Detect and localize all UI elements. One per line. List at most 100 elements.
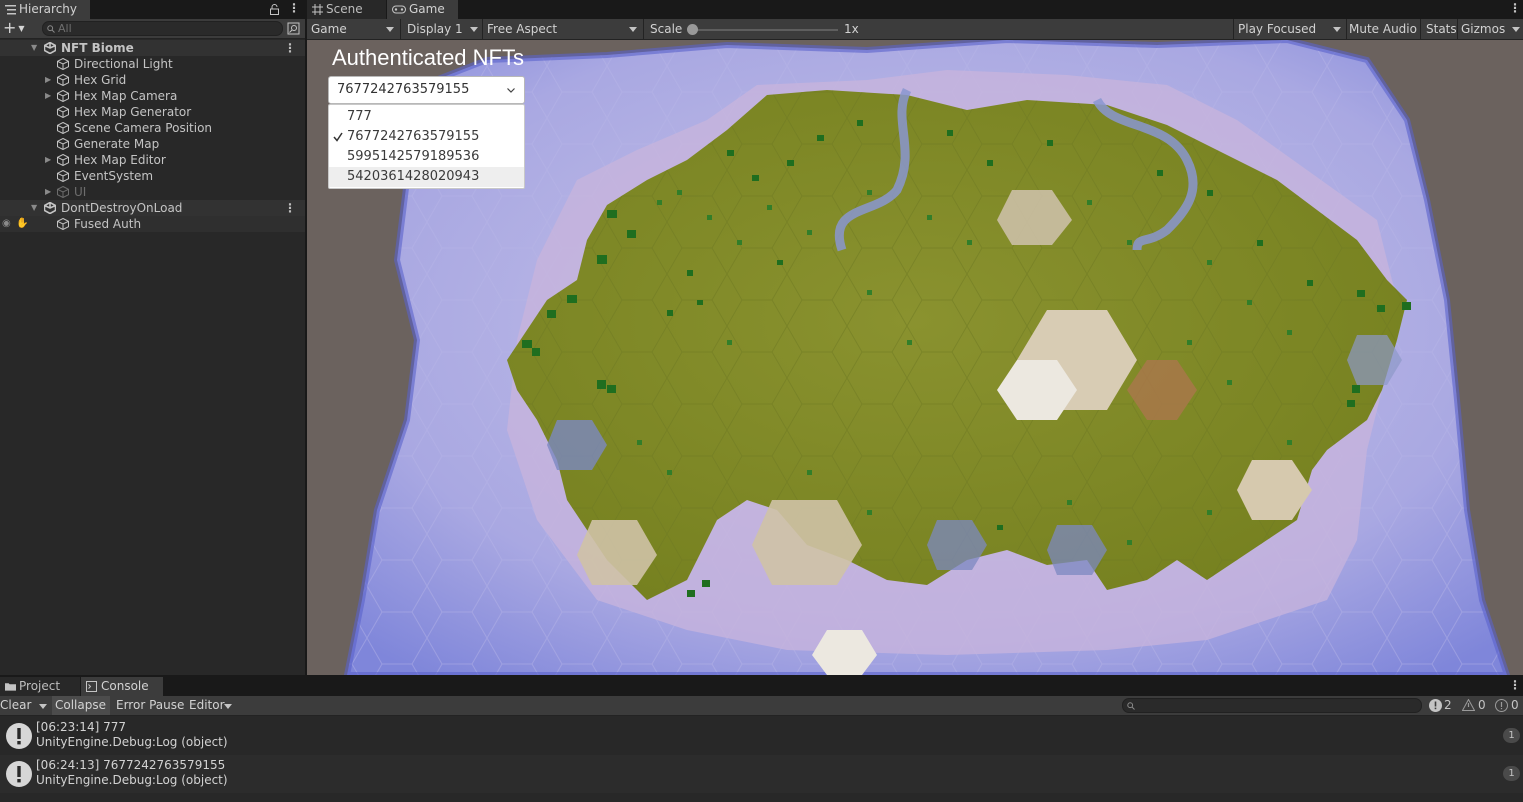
hierarchy-row-label: Hex Map Generator — [74, 105, 192, 119]
hierarchy-row[interactable]: ▶ Hex Map Camera — [0, 88, 305, 104]
collapse-arrow-icon[interactable]: ▶ — [45, 72, 51, 88]
scene-grid-icon — [312, 4, 323, 15]
game-viewport[interactable]: Authenticated NFTs 7677242763579155 777 … — [307, 40, 1523, 675]
stats-button[interactable]: Stats — [1426, 19, 1457, 39]
tab-scene[interactable]: Scene — [307, 0, 386, 19]
tab-game[interactable]: Game — [387, 0, 458, 19]
nft-option[interactable]: 5995142579189536 — [329, 147, 524, 167]
search-icon — [1127, 702, 1135, 710]
gizmos-button[interactable]: Gizmos — [1461, 19, 1505, 39]
hierarchy-toolbar: + ▼ All — [0, 19, 305, 39]
hierarchy-row[interactable]: ▶ Hex Map Editor — [0, 152, 305, 168]
console-menu-icon[interactable]: ⋮ — [1509, 678, 1521, 692]
aspect-select[interactable]: Free Aspect — [487, 19, 639, 39]
collapse-arrow-icon[interactable]: ▶ — [45, 88, 51, 104]
gamepad-icon — [392, 5, 406, 14]
hierarchy-row[interactable]: Directional Light — [0, 56, 305, 72]
hierarchy-row[interactable]: Scene Camera Position — [0, 120, 305, 136]
hierarchy-row[interactable]: Hex Map Generator — [0, 104, 305, 120]
hierarchy-row[interactable]: EventSystem — [0, 168, 305, 184]
checkmark-icon — [333, 132, 343, 142]
unity-scene-icon — [44, 42, 56, 54]
hierarchy-row-label: Hex Grid — [74, 73, 127, 87]
expand-arrow-icon[interactable]: ▼ — [31, 200, 37, 216]
hierarchy-search-input[interactable]: All — [42, 21, 283, 36]
hierarchy-row[interactable]: Generate Map — [0, 136, 305, 152]
display-select[interactable]: Display 1 — [407, 19, 479, 39]
nft-option-selected[interactable]: 7677242763579155 — [329, 127, 524, 147]
scale-slider-track[interactable] — [692, 29, 838, 31]
chevron-down-icon — [629, 27, 637, 32]
collapse-toggle[interactable]: Collapse — [52, 696, 110, 715]
log-message: [06:24:13] 7677242763579155 — [36, 758, 226, 772]
gameobject-cube-icon — [57, 186, 69, 198]
tab-console[interactable]: Console — [81, 677, 163, 696]
console-icon — [86, 681, 97, 692]
hierarchy-row[interactable]: ▶ UI — [0, 184, 305, 200]
tab-console-label: Console — [101, 679, 149, 693]
scene-menu-icon[interactable]: ⋮ — [284, 40, 296, 56]
game-panel-menu-icon[interactable]: ⋮ — [1509, 1, 1521, 15]
game-panel: Scene Game ⋮ Game Display 1 Free Aspect … — [307, 0, 1523, 675]
collapse-arrow-icon[interactable]: ▶ — [45, 152, 51, 168]
gameobject-cube-icon — [57, 170, 69, 182]
game-mode-select[interactable]: Game — [311, 19, 397, 39]
nft-panel-title: Authenticated NFTs — [332, 45, 524, 70]
nft-option-hovered[interactable]: 5420361428020943 — [329, 167, 524, 187]
game-tabbar: Scene Game ⋮ — [307, 0, 1523, 19]
nft-option-label: 7677242763579155 — [347, 129, 480, 144]
log-count: 2 — [1444, 698, 1452, 712]
error-icon — [1495, 699, 1508, 712]
info-icon — [1429, 699, 1442, 712]
error-pause-toggle[interactable]: Error Pause — [116, 696, 184, 715]
log-entry[interactable]: [06:23:14] 777 UnityEngine.Debug:Log (ob… — [0, 717, 1523, 755]
aspect-label: Free Aspect — [487, 22, 558, 36]
editor-select[interactable]: Editor — [189, 696, 235, 715]
log-entry[interactable]: [06:24:13] 7677242763579155 UnityEngine.… — [0, 755, 1523, 793]
hierarchy-row[interactable]: ▶ Hex Grid — [0, 72, 305, 88]
log-stacktrace: UnityEngine.Debug:Log (object) — [36, 773, 228, 787]
scene-visibility-icon[interactable] — [287, 22, 300, 35]
lock-icon[interactable] — [270, 4, 279, 15]
console-search-input[interactable] — [1122, 698, 1422, 713]
scene-menu-icon[interactable]: ⋮ — [284, 200, 296, 216]
console-toolbar: Clear Collapse Error Pause Editor 2 0 0 — [0, 696, 1523, 716]
hierarchy-row-label: EventSystem — [74, 169, 154, 183]
hierarchy-row-label: Generate Map — [74, 137, 160, 151]
mute-audio-button[interactable]: Mute Audio — [1349, 19, 1417, 39]
gameobject-cube-icon — [57, 138, 69, 150]
hierarchy-row-label: NFT Biome — [61, 41, 134, 55]
visibility-eye-icon[interactable]: ◉ — [2, 216, 11, 232]
log-stacktrace: UnityEngine.Debug:Log (object) — [36, 735, 228, 749]
tab-hierarchy[interactable]: Hierarchy — [0, 0, 90, 19]
expand-arrow-icon[interactable]: ▼ — [31, 40, 37, 56]
gizmos-dropdown-icon[interactable] — [1512, 27, 1520, 32]
clear-button[interactable]: Clear — [0, 696, 50, 715]
collapse-arrow-icon[interactable]: ▶ — [45, 184, 51, 200]
hierarchy-panel: Hierarchy ⋮ + ▼ All ▼ NFT Biome ⋮ Directiona… — [0, 0, 305, 675]
nft-dropdown[interactable]: 7677242763579155 — [328, 76, 525, 104]
panel-menu-icon[interactable]: ⋮ — [288, 1, 300, 15]
create-button[interactable]: + ▼ — [3, 19, 29, 38]
hierarchy-row-label: Directional Light — [74, 57, 173, 71]
log-count-badge: 1 — [1503, 766, 1520, 781]
gameobject-cube-icon — [57, 122, 69, 134]
nft-option-label: 5995142579189536 — [347, 149, 480, 164]
tab-game-label: Game — [409, 2, 445, 16]
hierarchy-scene-row[interactable]: ▼ DontDestroyOnLoad ⋮ — [0, 200, 305, 216]
gameobject-cube-icon — [57, 74, 69, 86]
info-icon — [6, 723, 32, 749]
clear-label: Clear — [0, 698, 32, 712]
play-mode-select[interactable]: Play Focused — [1238, 19, 1344, 39]
chevron-down-icon — [1333, 27, 1341, 32]
log-count-badge: 1 — [1503, 728, 1520, 743]
hierarchy-row[interactable]: Fused Auth ◉ ✋ — [0, 216, 305, 232]
scale-slider-handle[interactable] — [687, 24, 698, 35]
warning-count: 0 — [1478, 698, 1486, 712]
hierarchy-scene-row[interactable]: ▼ NFT Biome ⋮ — [0, 40, 305, 56]
nft-option[interactable]: 777 — [329, 107, 524, 127]
pickable-hand-icon[interactable]: ✋ — [16, 216, 28, 232]
nft-option-label: 777 — [347, 109, 372, 124]
tab-project[interactable]: Project — [0, 677, 80, 696]
chevron-down-icon — [386, 27, 394, 32]
